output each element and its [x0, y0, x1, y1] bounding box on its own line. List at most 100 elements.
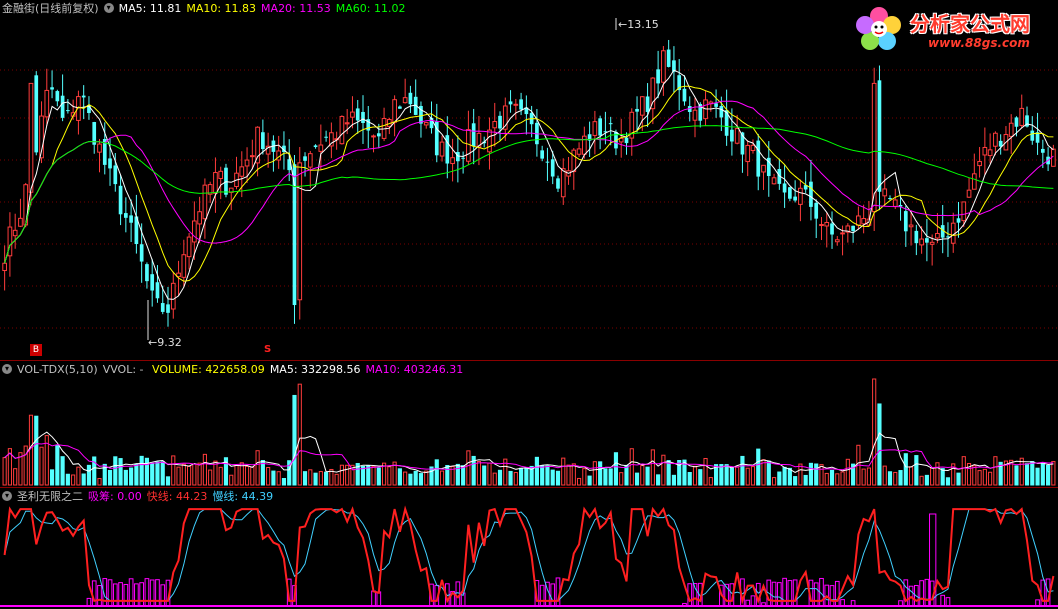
candle-body: [18, 217, 23, 227]
indicator-toggle-icon[interactable]: ▾: [2, 491, 12, 501]
volume-bar: [271, 470, 276, 486]
volume-bar: [877, 403, 882, 486]
volume-bar: [1035, 467, 1040, 486]
volume-bar: [1040, 463, 1045, 486]
volume-bar: [956, 472, 961, 486]
buy-marker[interactable]: B: [30, 344, 42, 356]
absorb-bar: [376, 591, 382, 607]
candle-body: [492, 121, 498, 129]
volume-toggle-icon[interactable]: ▾: [2, 364, 12, 374]
logo-url[interactable]: www.88gs.com: [928, 36, 1030, 50]
candle-body: [919, 238, 924, 246]
volume-bar: [150, 463, 155, 486]
volume-bar: [208, 469, 213, 486]
candle-body: [60, 95, 65, 118]
volume-bar: [893, 471, 898, 486]
volume-bar: [192, 463, 197, 486]
volume-bar: [345, 464, 350, 486]
volume-bar: [576, 477, 582, 486]
volume-bar: [640, 465, 645, 486]
absorb-bar: [919, 580, 924, 607]
candle-body: [903, 211, 908, 232]
absorb-bar: [123, 583, 129, 607]
candle-body: [882, 188, 888, 197]
indicator-chart[interactable]: [0, 488, 1058, 609]
candle-body: [830, 223, 834, 235]
volume-bar: [313, 472, 318, 486]
volume-bar: [766, 460, 771, 486]
volume-bar: [187, 465, 192, 486]
volume-bar: [197, 462, 202, 486]
candle-body: [150, 274, 155, 291]
candle-body: [392, 99, 397, 123]
volume-bar: [524, 467, 529, 486]
volume-bar: [624, 464, 629, 486]
candlestick-chart[interactable]: [0, 0, 1058, 360]
volume-bar: [244, 465, 250, 486]
candle-body: [44, 89, 50, 118]
volume-bar: [1024, 463, 1030, 486]
volume-bar: [771, 477, 777, 486]
candle-body: [108, 158, 112, 169]
candle-body: [914, 230, 919, 244]
volume-bar: [123, 469, 128, 486]
candle-body: [160, 303, 165, 312]
candle-body: [508, 101, 513, 105]
candle-body: [297, 162, 303, 301]
indicator-panel[interactable]: ▾ 圣利无限之二 吸筹: 0.00 快线: 44.23 慢线: 44.39: [0, 488, 1058, 609]
sell-marker[interactable]: S: [264, 344, 271, 355]
price-header: 金融街(日线前复权) ▾ MA5: 11.81 MA10: 11.83 MA20…: [2, 1, 405, 16]
candle-body: [371, 135, 376, 138]
volume-bar: [86, 464, 92, 486]
volume-bar: [397, 468, 402, 486]
candle-body: [307, 153, 313, 168]
xichou-readout: 吸筹: 0.00: [88, 490, 142, 503]
candle-body: [714, 103, 718, 107]
candle-body: [608, 123, 613, 125]
volume-bar: [582, 468, 587, 486]
volume-bar: [598, 461, 603, 486]
volume-bar: [360, 465, 366, 486]
volume-bar: [513, 472, 518, 486]
volume-bar: [561, 457, 566, 486]
volume-bar: [34, 415, 39, 486]
candle-body: [1040, 148, 1045, 153]
absorb-bar: [829, 585, 835, 607]
stock-title: 金融街(日线前复权): [2, 2, 99, 15]
volume-chart[interactable]: [0, 361, 1058, 487]
candle-body: [618, 137, 624, 143]
candle-body: [682, 88, 687, 102]
candle-body: [666, 49, 671, 67]
candle-body: [12, 229, 18, 237]
volume-panel[interactable]: ▾ VOL-TDX(5,10) VVOL: - VOLUME: 422658.0…: [0, 361, 1058, 487]
volume-bar: [608, 468, 613, 486]
volume-bar: [461, 465, 466, 486]
volume-bar: [424, 470, 429, 486]
volume-bar: [550, 469, 555, 486]
absorb-bar: [91, 580, 97, 607]
volume-bar: [740, 455, 745, 486]
candle-body: [376, 133, 381, 137]
volume-bar: [260, 460, 265, 486]
price-panel[interactable]: 金融街(日线前复权) ▾ MA5: 11.81 MA10: 11.83 MA20…: [0, 0, 1058, 360]
volume-bar: [408, 473, 413, 486]
candle-body: [218, 170, 224, 179]
volume-bar: [466, 450, 471, 486]
candle-body: [439, 141, 445, 157]
candle-body: [145, 264, 149, 282]
candle-body: [519, 99, 523, 110]
absorb-bar: [924, 578, 930, 607]
volume-bar: [1051, 460, 1056, 486]
settings-toggle-icon[interactable]: ▾: [103, 3, 114, 13]
candle-body: [819, 224, 824, 227]
absorb-bar: [787, 580, 793, 607]
volume-bar: [619, 472, 624, 486]
volume-bar: [455, 463, 460, 486]
volume-bar: [988, 471, 993, 486]
candle-body: [66, 110, 70, 112]
volume-bar: [413, 470, 418, 486]
volume-bar: [324, 471, 329, 486]
absorb-bar: [149, 579, 155, 607]
volume-bar: [281, 478, 287, 486]
candle-body: [993, 132, 998, 147]
